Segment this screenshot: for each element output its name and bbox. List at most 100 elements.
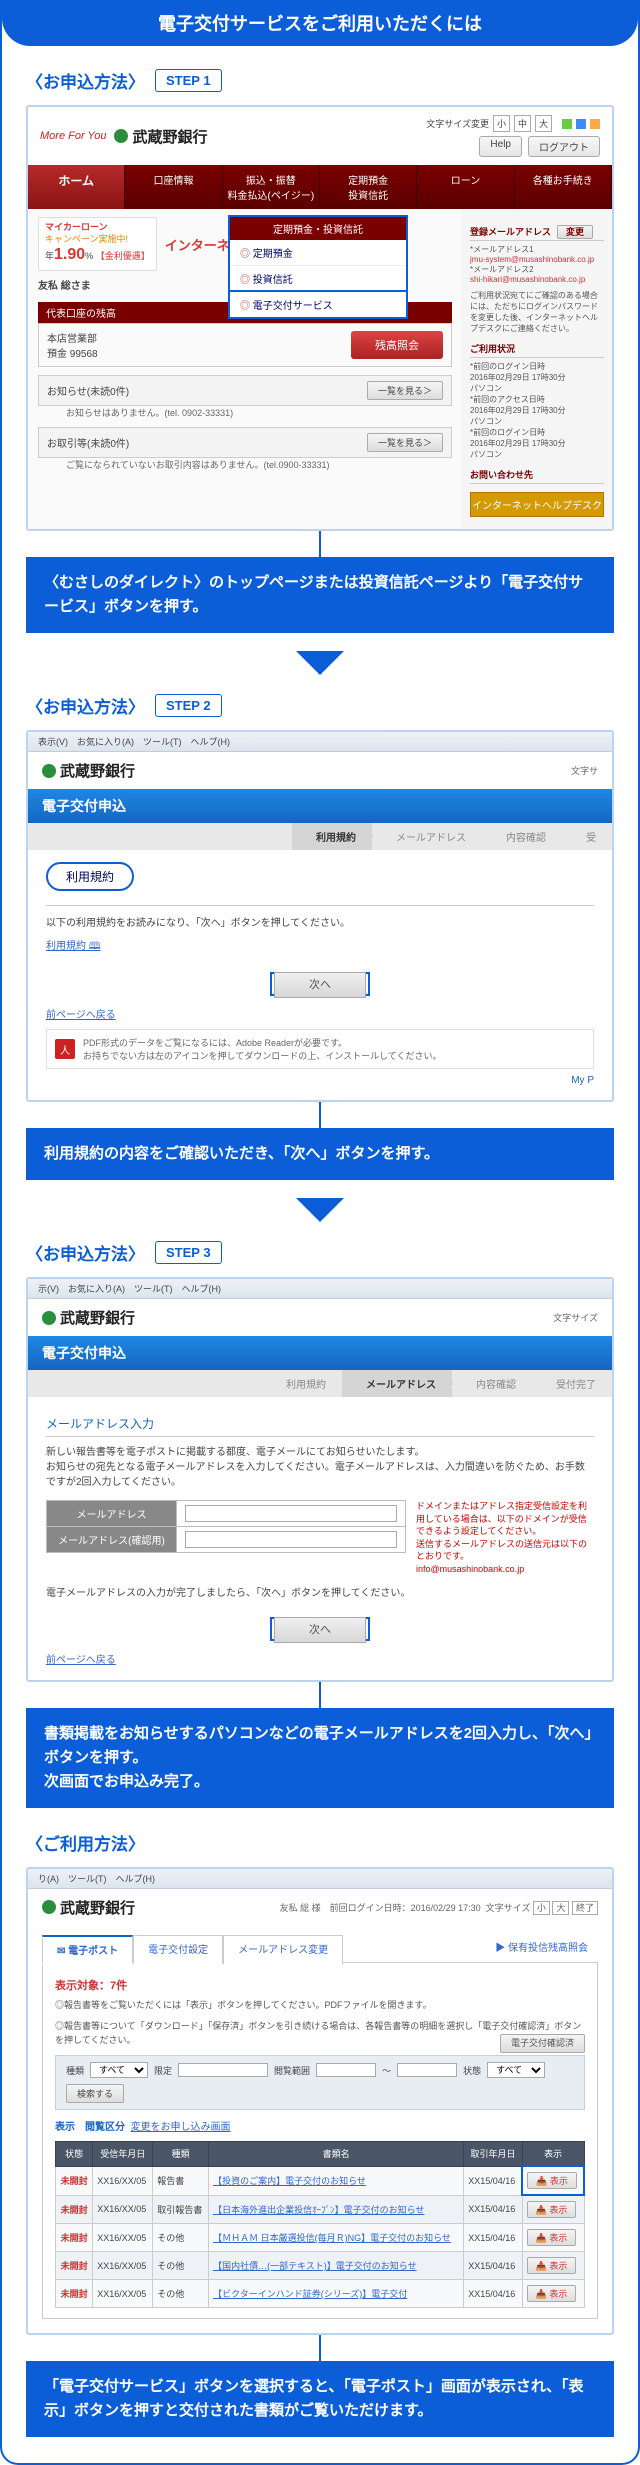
mypage-link[interactable]: My P [46, 1075, 594, 1086]
acct-branch: 本店営業部 [47, 330, 98, 345]
period-from[interactable] [316, 2063, 376, 2077]
dropdown-menu: 定期預金・投資信託 定期預金 投資信託 電子交付サービス [228, 215, 408, 319]
period-to[interactable] [397, 2063, 457, 2077]
font-mid[interactable]: 中 [514, 115, 531, 132]
show-button[interactable]: 📥 表示 [527, 2201, 577, 2218]
mycar-banner[interactable]: マイカーローン キャンペーン実施中! 年1.90% 【金利優遇】 [38, 217, 157, 271]
strict-input[interactable] [178, 2063, 268, 2077]
deal-list-button[interactable]: 一覧を見る＞ [367, 433, 443, 452]
nav-procedures[interactable]: 各種お手続き [515, 165, 612, 209]
color-swatch-1[interactable] [562, 119, 572, 129]
font-small-4[interactable]: 小 [533, 1901, 550, 1915]
change-apply-link[interactable]: 変更をお申し込み画面 [131, 2122, 231, 2133]
pdf-icon[interactable]: 人 [55, 1039, 75, 1059]
view-section-label: 表示 閲覧区分 [55, 2122, 125, 2133]
color-swatch-2[interactable] [576, 119, 586, 129]
confirm-button[interactable]: 電子交付確認済 [500, 2034, 585, 2054]
breadcrumb-2: 利用規約 メールアドレス 内容確認 受 [28, 823, 612, 850]
mail-para1: 新しい報告書等を電子ポストに掲載する都度、電子メールにてお知らせいたします。 [46, 1445, 594, 1460]
mail-done-note: 電子メールアドレスの入力が完了しましたら、「次へ」ボタンを押してください。 [46, 1586, 594, 1601]
connector-line-4 [319, 2335, 321, 2361]
back-link-3[interactable]: 前ページへ戻る [46, 1655, 116, 1666]
strict-label: 限定 [154, 2064, 172, 2077]
cell-doc-name[interactable]: 【国内社債…(一部テキスト)】電子交付のお知らせ [209, 2252, 464, 2280]
table-row: 未開封XX16/XX/05その他【国内社債…(一部テキスト)】電子交付のお知らせ… [56, 2252, 585, 2280]
search-button[interactable]: 検索する [66, 2084, 124, 2103]
font-large[interactable]: 大 [535, 115, 552, 132]
color-swatch-3[interactable] [590, 119, 600, 129]
cell-doc-name[interactable]: 【ＭＨＡＭ 日本厳選投信(毎月Ｒ)NG】電子交付のお知らせ [209, 2224, 464, 2252]
crumb-mail: メールアドレス [372, 823, 482, 850]
show-button[interactable]: 📥 表示 [527, 2172, 577, 2189]
notice-list-button[interactable]: 一覧を見る＞ [367, 381, 443, 400]
nav-home[interactable]: ホーム [28, 165, 125, 209]
table-row: 未開封XX16/XX/05取引報告書【日本海外進出企業投信ｵｰﾌﾟﾝ】電子交付の… [56, 2195, 585, 2224]
prev-login-value: 2016年02月29日 17時30分 パソコン [470, 438, 604, 460]
breadcrumb-3: 利用規約 メールアドレス 内容確認 受付完了 [28, 1370, 612, 1397]
usage-note2: ◎報告書等について「ダウンロード」「保存済」ボタンを引き続ける場合は、各報告書等… [55, 2020, 585, 2047]
browser-menubar-3: 示(V) お気に入り(A) ツール(T) ヘルプ(H) [28, 1279, 612, 1299]
cell-deal-date: XX15/04/16 [464, 2166, 522, 2195]
internet-banner: インターネ [165, 235, 230, 254]
holdings-link[interactable]: ▶ 保有投信残高照会 [485, 1934, 598, 1963]
dropdown-deposit[interactable]: 定期預金 [230, 240, 406, 266]
period-label: 閲覧範囲 [274, 2064, 310, 2077]
arrow-down-icon [296, 651, 344, 675]
mycar-title: マイカーローン [45, 222, 150, 234]
last-access-value: 2016年02月29日 17時30分 パソコン [470, 405, 604, 427]
nav-account[interactable]: 口座情報 [125, 165, 222, 209]
mail-change-button[interactable]: 変更 [557, 225, 593, 239]
status-select[interactable]: すべて [487, 2062, 545, 2078]
dropdown-trust[interactable]: 投資信託 [230, 266, 406, 292]
cell-doc-name[interactable]: 【日本海外進出企業投信ｵｰﾌﾟﾝ】電子交付のお知らせ [209, 2195, 464, 2224]
show-button[interactable]: 📥 表示 [527, 2285, 577, 2302]
tab-mailchange[interactable]: メールアドレス変更 [223, 1935, 343, 1964]
dropdown-edelivery[interactable]: 電子交付サービス [228, 290, 408, 319]
next-button-3[interactable]: 次へ [270, 1617, 370, 1641]
show-button[interactable]: 📥 表示 [527, 2229, 577, 2246]
exit-button[interactable]: 終了 [572, 1901, 598, 1915]
helpdesk-button[interactable]: インターネットヘルプデスク [470, 492, 604, 517]
nav-deposit[interactable]: 定期預金 投資信託 [320, 165, 417, 209]
nav-transfer[interactable]: 振込・振替 料金払込(ペイジー) [223, 165, 320, 209]
browser-menubar: 表示(V) お気に入り(A) ツール(T) ヘルプ(H) [28, 732, 612, 752]
tab-epost-label: 電子ポスト [68, 1946, 118, 1957]
pdf-note: 人 PDF形式のデータをご覧になるには、Adobe Readerが必要です。お持… [46, 1029, 594, 1069]
connector-line-1 [319, 531, 321, 557]
deal-text: ご覧になられていないお取引内容はありません。(tel.0900-33331) [38, 458, 452, 471]
font-large-4[interactable]: 大 [552, 1901, 569, 1915]
tab-epost[interactable]: ✉ 電子ポスト [42, 1935, 133, 1964]
cell-doc-name[interactable]: 【投資のご案内】電子交付のお知らせ [209, 2166, 464, 2195]
next-button-2-label: 次へ [274, 972, 366, 998]
cell-status: 未開封 [56, 2252, 93, 2280]
help-button[interactable]: Help [479, 136, 522, 157]
show-button[interactable]: 📥 表示 [527, 2257, 577, 2274]
terms-instruction: 以下の利用規約をお読みになり、「次へ」ボタンを押してください。 [46, 916, 594, 931]
crumb-accept: 受 [562, 823, 612, 850]
kind-select[interactable]: すべて [90, 2062, 148, 2078]
bank-name-2: 武蔵野銀行 [60, 760, 135, 781]
caption-step1: 〈むさしのダイレクト〉のトップページまたは投資信託ページより「電子交付サービス」… [26, 557, 614, 633]
font-size-label-2: 文字サ [571, 764, 598, 777]
balance-inquiry-button[interactable]: 残高照会 [351, 331, 443, 359]
mail-input[interactable] [185, 1505, 397, 1522]
mail-head: 登録メールアドレス [470, 227, 551, 237]
bank-mark-icon [114, 129, 128, 143]
next-button-2[interactable]: 次へ [270, 972, 370, 996]
terms-link[interactable]: 利用規約 🕮 [46, 941, 101, 952]
cell-deal-date: XX15/04/16 [464, 2252, 522, 2280]
post-table: 状態 受信年月日 種類 書類名 取引年月日 表示 未開封XX16/XX/05報告… [55, 2141, 585, 2308]
th-deal: 取引年月日 [464, 2142, 522, 2167]
mail-confirm-input[interactable] [185, 1531, 397, 1548]
tab-settings[interactable]: 電子交付設定 [133, 1935, 223, 1964]
mycar-pct: % [85, 251, 93, 261]
mail-form: メールアドレス メールアドレス(確認用) [46, 1500, 406, 1553]
font-small[interactable]: 小 [493, 115, 510, 132]
mail-icon: ✉ [57, 1946, 65, 1957]
cell-doc-name[interactable]: 【ビクターインハンド証券(シリーズ)】電子交付 [209, 2280, 464, 2308]
table-row: 未開封XX16/XX/05その他【ビクターインハンド証券(シリーズ)】電子交付X… [56, 2280, 585, 2308]
nav-loan[interactable]: ローン [417, 165, 514, 209]
pdf-note-2: お持ちでない方は左のアイコンを押してダウンロードの上、インストールしてください。 [83, 1051, 442, 1061]
back-link-2[interactable]: 前ページへ戻る [46, 1010, 116, 1021]
logout-button[interactable]: ログアウト [528, 136, 600, 157]
